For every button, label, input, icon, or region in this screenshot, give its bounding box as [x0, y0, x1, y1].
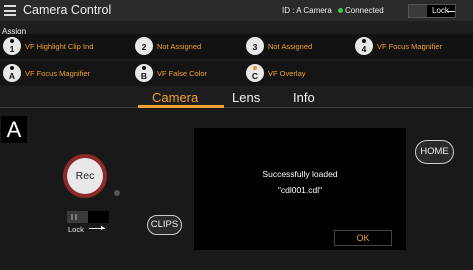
tab-lens[interactable]: Lens: [232, 90, 260, 105]
tab-info[interactable]: Info: [293, 90, 315, 105]
assign-number-icon: 1: [3, 37, 21, 55]
tab-camera[interactable]: Camera: [152, 90, 198, 105]
lock-arrow-icon: [447, 11, 455, 12]
assign-row-2: A VF Focus Magnifier B VF False Color C …: [0, 61, 473, 86]
assign-button-a[interactable]: A VF Focus Magnifier: [3, 64, 121, 84]
rec-button[interactable]: Rec: [63, 154, 107, 198]
connection-status-icon: [338, 8, 343, 13]
assign-button-label: VF Focus Magnifier: [25, 69, 91, 78]
tab-divider: [0, 107, 473, 108]
assign-letter-icon: A: [3, 64, 21, 82]
assign-button-label: Not Assigned: [268, 42, 313, 51]
assign-button-c[interactable]: C VF Overlay: [246, 64, 364, 84]
lock-toggle[interactable]: Lock: [408, 4, 456, 18]
ok-button[interactable]: OK: [334, 230, 392, 246]
menu-icon[interactable]: [4, 5, 16, 16]
app-title: Camera Control: [23, 3, 112, 17]
rec-indicator-icon: [114, 190, 120, 196]
rec-lock-label: Lock: [68, 225, 84, 234]
home-button[interactable]: HOME: [415, 140, 454, 164]
rec-lock-knob: [88, 211, 109, 223]
dialog-filename: "cdl001.cdl": [277, 185, 323, 195]
assign-button-4[interactable]: 4 VF Focus Magnifier: [355, 37, 473, 57]
assign-number-icon: 3: [246, 37, 264, 55]
lock-toggle-knob: [409, 5, 427, 17]
connection-status: Connected: [345, 6, 384, 15]
assign-button-label: VF Focus Magnifier: [377, 42, 443, 51]
rec-button-label: Rec: [67, 158, 103, 194]
arrow-right-icon: [89, 226, 105, 230]
tab-bar: Camera Lens Info: [0, 88, 473, 108]
assign-button-3[interactable]: 3 Not Assigned: [246, 37, 364, 57]
assign-number-icon: 2: [135, 37, 153, 55]
title-bar: Camera Control ID : A Camera Connected L…: [0, 0, 473, 21]
assign-button-1[interactable]: 1 VF Highlight Clip Ind: [3, 37, 121, 57]
assign-number-icon: 4: [355, 37, 373, 55]
switch-grip-icon: [71, 214, 73, 220]
clips-button[interactable]: CLIPS: [147, 215, 182, 235]
assign-letter-icon: C: [246, 64, 264, 82]
rec-lock-switch[interactable]: [67, 211, 109, 223]
assign-button-label: VF False Color: [157, 69, 208, 78]
assign-button-label: Not Assigned: [157, 42, 202, 51]
dialog-message: Successfully loaded: [262, 169, 338, 179]
active-tab-indicator: [138, 105, 224, 108]
switch-grip-icon: [75, 214, 77, 220]
assign-letter-icon: B: [135, 64, 153, 82]
assign-button-label: VF Overlay: [268, 69, 306, 78]
camera-letter: A: [1, 116, 27, 143]
assign-button-b[interactable]: B VF False Color: [135, 64, 253, 84]
camera-id: ID : A Camera: [282, 6, 332, 15]
assign-button-label: VF Highlight Clip Ind: [25, 42, 94, 51]
message-dialog: Successfully loaded "cdl001.cdl" OK: [194, 128, 406, 250]
assign-row-1: 1 VF Highlight Clip Ind 2 Not Assigned 3…: [0, 34, 473, 59]
assign-button-2[interactable]: 2 Not Assigned: [135, 37, 253, 57]
